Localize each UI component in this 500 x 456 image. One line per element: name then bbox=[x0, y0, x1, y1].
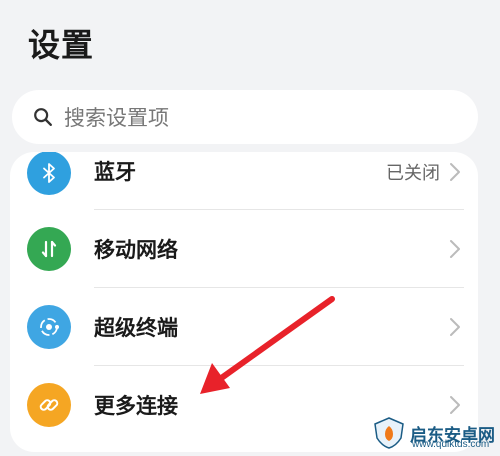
settings-item-bluetooth[interactable]: 蓝牙 已关闭 bbox=[10, 152, 478, 212]
settings-item-label: 更多连接 bbox=[94, 394, 178, 418]
chevron-right-icon bbox=[450, 163, 460, 181]
settings-item-label: 超级终端 bbox=[94, 316, 178, 340]
search-input[interactable]: 搜索设置项 bbox=[12, 90, 478, 144]
chevron-right-icon bbox=[450, 240, 460, 258]
super-device-icon bbox=[27, 305, 71, 349]
watermark-logo: 启东安卓网 www.qdlktds.com bbox=[372, 410, 500, 456]
watermark-url: www.qdlktds.com bbox=[412, 439, 490, 450]
settings-item-label: 蓝牙 bbox=[94, 160, 136, 184]
bluetooth-status: 已关闭 bbox=[386, 163, 440, 184]
settings-list: 蓝牙 已关闭 移动网络 超级终端 更多连接 bbox=[10, 152, 478, 452]
page-title: 设置 bbox=[28, 26, 95, 64]
mobile-data-icon bbox=[27, 227, 71, 271]
chevron-right-icon bbox=[450, 318, 460, 336]
search-icon bbox=[34, 108, 52, 126]
settings-item-super-device[interactable]: 超级终端 bbox=[10, 288, 478, 366]
bluetooth-icon bbox=[27, 152, 71, 195]
watermark-shield-icon bbox=[374, 417, 404, 449]
settings-item-mobile-network[interactable]: 移动网络 bbox=[10, 210, 478, 288]
search-placeholder: 搜索设置项 bbox=[64, 106, 169, 130]
link-icon bbox=[27, 383, 71, 427]
settings-item-label: 移动网络 bbox=[94, 238, 178, 262]
